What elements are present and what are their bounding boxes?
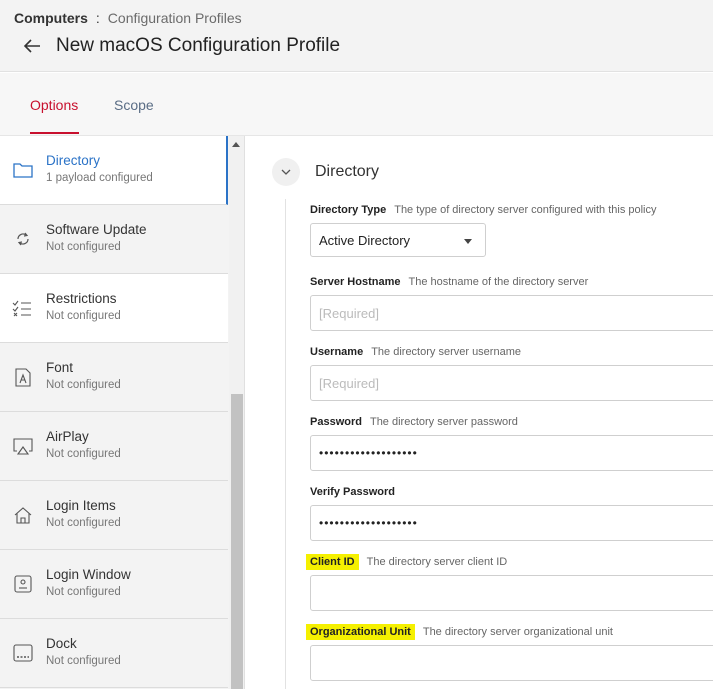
sidebar-item-status: Not configured — [46, 517, 121, 529]
field-label: Directory Type — [310, 204, 387, 216]
sidebar-item-label: Software Update — [46, 222, 147, 237]
tab-options[interactable]: Options — [30, 97, 78, 113]
select-value: Active Directory — [319, 233, 411, 248]
login-window-icon — [12, 574, 34, 594]
checklist-icon — [12, 298, 34, 318]
sidebar-item-label: Restrictions — [46, 291, 117, 306]
airplay-icon — [12, 436, 34, 456]
field-description: The directory server client ID — [366, 556, 508, 568]
organizational-unit-label: Organizational Unit The directory server … — [306, 624, 613, 640]
collapse-section-button[interactable] — [272, 158, 300, 186]
breadcrumb-computers[interactable]: Computers — [14, 10, 88, 26]
sidebar-item-label: Login Window — [46, 567, 131, 582]
field-label: Verify Password — [310, 486, 395, 498]
verify-password-label: Verify Password — [310, 486, 403, 498]
verify-password-input[interactable] — [310, 505, 713, 541]
field-label: Password — [310, 416, 362, 428]
sidebar-item-status: 1 payload configured — [46, 172, 153, 184]
directory-type-label: Directory Type The type of directory serv… — [310, 204, 657, 216]
sidebar-item-label: Login Items — [46, 498, 116, 513]
organizational-unit-input[interactable] — [310, 645, 713, 681]
field-label: Server Hostname — [310, 276, 401, 288]
sidebar-item-label: Font — [46, 360, 74, 375]
username-input[interactable] — [310, 365, 713, 401]
field-description: The hostname of the directory server — [408, 276, 589, 288]
server-hostname-label: Server Hostname The hostname of the direc… — [310, 276, 588, 288]
password-input[interactable] — [310, 435, 713, 471]
payload-settings-panel: Directory Directory Type The type of dire… — [244, 136, 713, 689]
sidebar-item-status: Not configured — [46, 655, 121, 667]
sidebar-item-login-window[interactable]: Login Window Not configured — [0, 550, 228, 619]
tab-scope[interactable]: Scope — [114, 97, 154, 113]
active-tab-indicator — [30, 132, 79, 134]
home-icon — [12, 505, 34, 525]
client-id-label: Client ID The directory server client ID — [306, 554, 508, 570]
dropdown-arrow-icon — [464, 239, 472, 244]
payload-sidebar: Directory 1 payload configured Software … — [0, 136, 244, 689]
sidebar-item-status: Not configured — [46, 310, 121, 322]
back-arrow-icon[interactable] — [20, 34, 44, 58]
page-title: New macOS Configuration Profile — [56, 35, 341, 56]
field-description: The directory server password — [369, 416, 518, 428]
sidebar-item-software-update[interactable]: Software Update Not configured — [0, 205, 228, 274]
scroll-up-arrow-icon[interactable] — [232, 142, 240, 147]
client-id-input[interactable] — [310, 575, 713, 611]
sidebar-item-login-items[interactable]: Login Items Not configured — [0, 481, 228, 550]
sidebar-item-directory[interactable]: Directory 1 payload configured — [0, 136, 228, 205]
sidebar-item-label: Directory — [46, 153, 101, 168]
refresh-icon — [12, 229, 34, 249]
sidebar-item-status: Not configured — [46, 379, 121, 391]
sidebar-item-status: Not configured — [46, 241, 121, 253]
field-description: The type of directory server configured … — [394, 204, 657, 216]
section-divider — [285, 199, 286, 689]
sidebar-item-status: Not configured — [46, 586, 121, 598]
sidebar-scrollbar-thumb[interactable] — [231, 394, 243, 689]
section-title: Directory — [315, 163, 380, 180]
sidebar-item-airplay[interactable]: AirPlay Not configured — [0, 412, 228, 481]
tab-bar: Options Scope — [0, 73, 713, 136]
chevron-down-icon — [281, 169, 291, 175]
directory-type-select[interactable]: Active Directory — [310, 223, 486, 257]
sidebar-item-label: AirPlay — [46, 429, 89, 444]
field-description: The directory server username — [371, 346, 521, 358]
sidebar-item-dock[interactable]: Dock Not configured — [0, 619, 228, 688]
dock-icon — [12, 643, 34, 663]
field-label: Client ID — [306, 554, 359, 570]
sidebar-item-label: Dock — [46, 636, 77, 651]
breadcrumb-configuration-profiles[interactable]: Configuration Profiles — [108, 10, 242, 26]
page-header: Computers: Configuration Profiles New mac… — [0, 0, 713, 72]
field-description: The directory server organizational unit — [422, 626, 613, 638]
password-label: Password The directory server password — [310, 416, 518, 428]
breadcrumb-separator: : — [95, 10, 100, 26]
sidebar-item-restrictions[interactable]: Restrictions Not configured — [0, 274, 228, 343]
folder-icon — [12, 160, 34, 180]
server-hostname-input[interactable] — [310, 295, 713, 331]
field-label: Organizational Unit — [306, 624, 415, 640]
username-label: Username The directory server username — [310, 346, 521, 358]
field-label: Username — [310, 346, 364, 358]
sidebar-item-status: Not configured — [46, 448, 121, 460]
font-icon — [12, 367, 34, 387]
sidebar-item-font[interactable]: Font Not configured — [0, 343, 228, 412]
breadcrumb: Computers: Configuration Profiles — [14, 10, 242, 26]
